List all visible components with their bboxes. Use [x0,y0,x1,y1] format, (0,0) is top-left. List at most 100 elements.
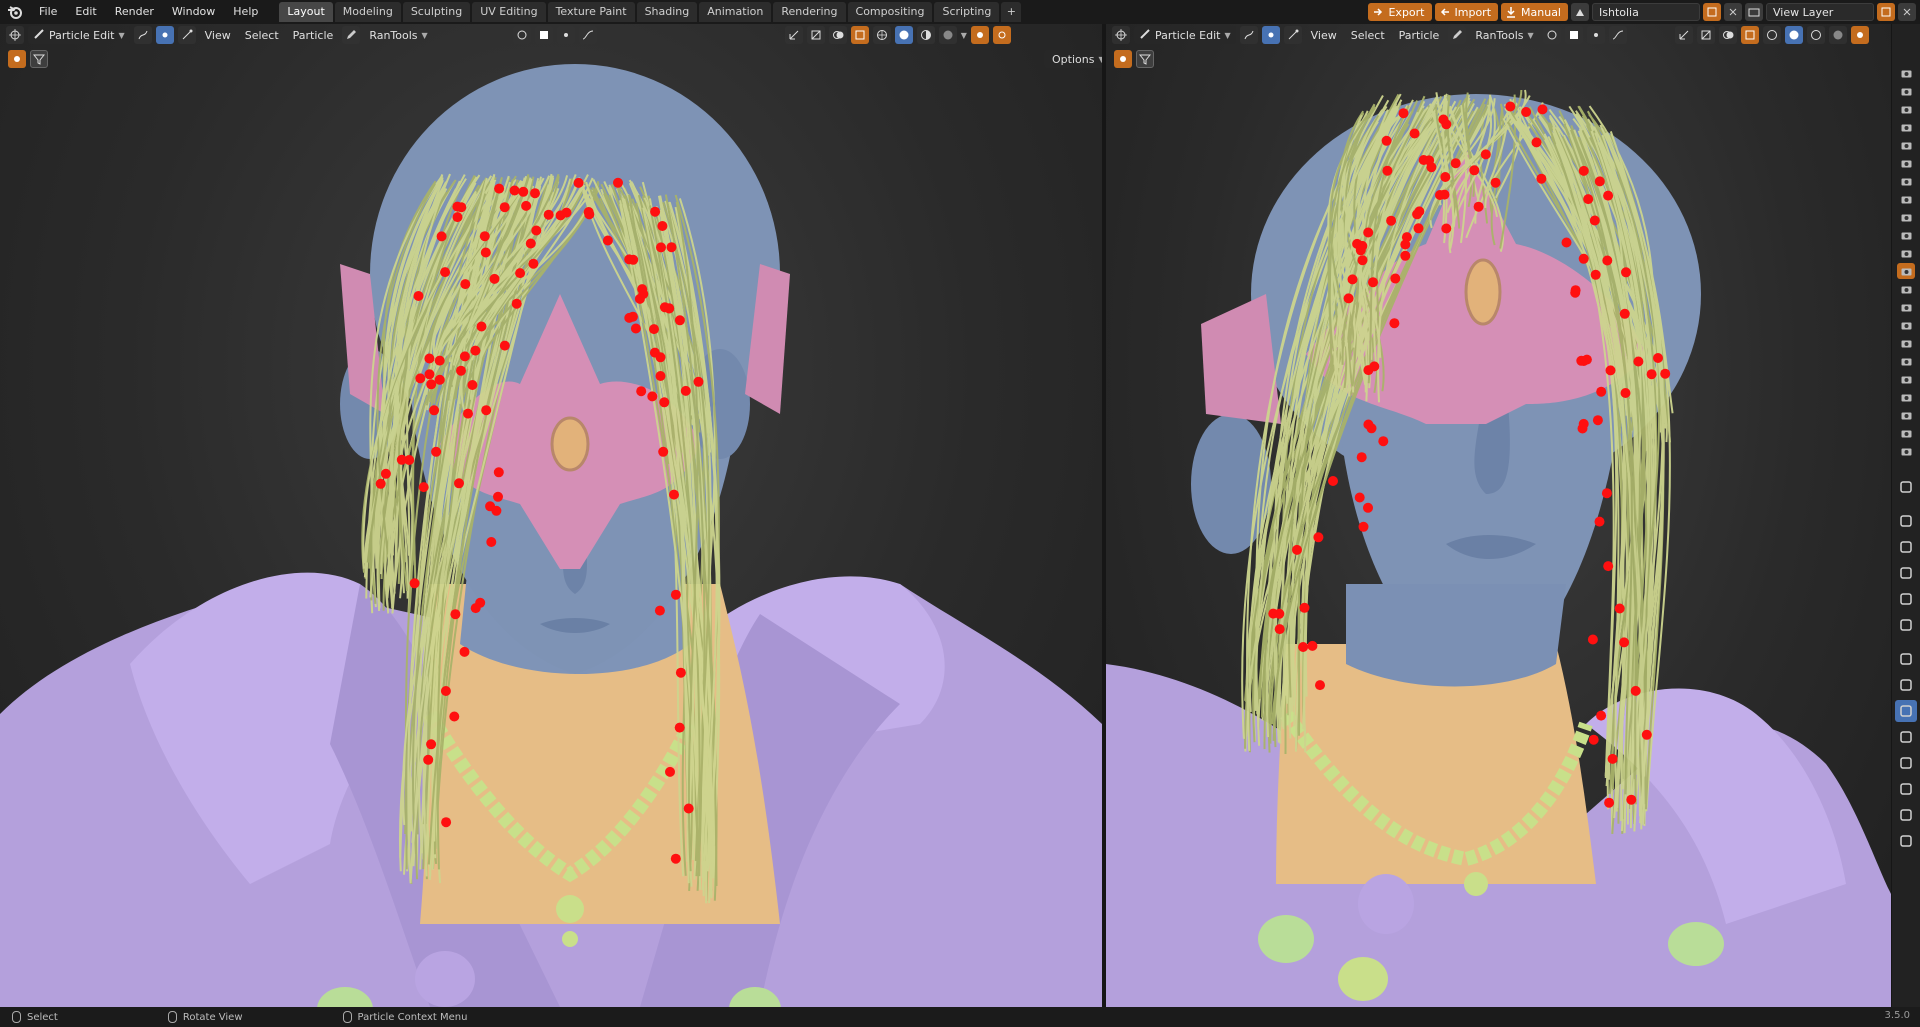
options-button[interactable]: Options ▼ [1044,50,1102,68]
tab-layout[interactable]: Layout [279,2,333,22]
menu-render[interactable]: Render [106,0,163,24]
particle-settings-icon[interactable] [1897,263,1915,279]
camera-icon[interactable] [1897,299,1915,315]
camera-icon[interactable] [1897,371,1915,387]
camera-icon[interactable] [1897,335,1915,351]
tab-texture-paint[interactable]: Texture Paint [547,2,635,22]
camera-icon[interactable] [1897,245,1915,261]
rantools-menu[interactable]: RanTools ▼ [364,26,432,44]
tab-scripting[interactable]: Scripting [934,2,1000,22]
brush-icon[interactable] [342,26,361,44]
select-mode-tip-icon[interactable] [177,26,196,44]
falloff-icon[interactable] [556,26,575,44]
scene-icon[interactable] [1895,588,1917,610]
scene-icon[interactable] [1571,3,1589,21]
editor-type-icon[interactable] [1112,26,1130,44]
scene-name-field[interactable]: Ishtolia [1592,3,1700,21]
render-icon[interactable] [1895,510,1917,532]
chevron-down-icon[interactable]: ▼ [961,31,967,40]
overlay-icon[interactable] [828,26,847,44]
material-shading-icon[interactable] [1806,26,1825,44]
tool-settings-icon[interactable] [1114,50,1132,68]
texture-icon[interactable] [1895,830,1917,852]
camera-icon[interactable] [1897,317,1915,333]
tab-rendering[interactable]: Rendering [773,2,846,22]
add-workspace-button[interactable]: + [1001,2,1022,22]
camera-icon[interactable] [1897,425,1915,441]
menu-particle[interactable]: Particle [288,26,339,44]
filter-icon[interactable] [30,50,48,68]
camera-icon[interactable] [1897,137,1915,153]
mode-selector[interactable]: Particle Edit ▼ [1134,26,1236,44]
select-mode-path-icon[interactable] [133,26,152,44]
gizmo-icon[interactable] [806,26,825,44]
camera-icon[interactable] [1897,119,1915,135]
wireframe-shading-icon[interactable] [872,26,891,44]
object-icon[interactable] [1895,648,1917,670]
camera-icon[interactable] [1897,65,1915,81]
filter-icon[interactable] [1136,50,1154,68]
camera-icon[interactable] [1897,407,1915,423]
camera-icon[interactable] [1897,83,1915,99]
tab-uv-editing[interactable]: UV Editing [472,2,546,22]
camera-icon[interactable] [1897,209,1915,225]
gizmo-icon[interactable] [1696,26,1715,44]
transform-orientation-icon[interactable] [784,26,803,44]
rendered-shading-icon[interactable] [1828,26,1847,44]
curve-icon[interactable] [578,26,597,44]
tab-animation[interactable]: Animation [699,2,772,22]
transform-orientation-icon[interactable] [1674,26,1693,44]
camera-icon[interactable] [1897,191,1915,207]
xray-icon[interactable] [850,26,869,44]
editor-preferences-icon[interactable] [1850,26,1869,44]
material-shading-icon[interactable] [916,26,935,44]
constraints-icon[interactable] [1895,752,1917,774]
view-layer-field[interactable]: View Layer [1766,3,1874,21]
delete-scene-icon[interactable] [1724,3,1742,21]
color-swatch-icon[interactable] [534,26,553,44]
rantools-menu[interactable]: RanTools ▼ [1470,26,1538,44]
menu-particle[interactable]: Particle [1394,26,1445,44]
curve-icon[interactable] [1608,26,1627,44]
menu-window[interactable]: Window [163,0,224,24]
select-mode-point-icon[interactable] [1261,26,1280,44]
tool-icon[interactable] [1895,476,1917,498]
comb-brush-icon[interactable] [512,26,531,44]
select-mode-tip-icon[interactable] [1283,26,1302,44]
render-region-icon[interactable] [992,26,1011,44]
camera-icon[interactable] [1897,155,1915,171]
menu-help[interactable]: Help [224,0,267,24]
camera-icon[interactable] [1897,173,1915,189]
editor-type-icon[interactable] [6,26,24,44]
camera-icon[interactable] [1897,443,1915,459]
menu-select[interactable]: Select [1346,26,1390,44]
import-button[interactable]: Import [1434,3,1499,21]
overlay-icon[interactable] [1718,26,1737,44]
new-view-layer-icon[interactable] [1877,3,1895,21]
camera-icon[interactable] [1897,389,1915,405]
camera-icon[interactable] [1897,227,1915,243]
menu-select[interactable]: Select [240,26,284,44]
menu-file[interactable]: File [30,0,66,24]
modifier-icon[interactable] [1895,674,1917,696]
export-button[interactable]: Export [1368,3,1432,21]
manual-button[interactable]: Manual [1501,3,1568,21]
tab-sculpting[interactable]: Sculpting [402,2,471,22]
viewport-right[interactable]: Particle Edit ▼ View Select Particle Ran… [1106,24,1891,1007]
wireframe-shading-icon[interactable] [1762,26,1781,44]
blender-logo-icon[interactable] [0,0,30,24]
material-icon[interactable] [1895,804,1917,826]
comb-brush-icon[interactable] [1542,26,1561,44]
camera-icon[interactable] [1897,101,1915,117]
particles-icon[interactable] [1895,700,1917,722]
editor-preferences-icon[interactable] [970,26,989,44]
tab-modeling[interactable]: Modeling [334,2,401,22]
view-layer-icon[interactable] [1745,3,1763,21]
viewport-left[interactable]: Particle Edit ▼ View Select Particle Ran… [0,24,1102,1007]
camera-icon[interactable] [1897,353,1915,369]
menu-edit[interactable]: Edit [66,0,105,24]
falloff-icon[interactable] [1586,26,1605,44]
physics-icon[interactable] [1895,726,1917,748]
rendered-shading-icon[interactable] [938,26,957,44]
data-icon[interactable] [1895,778,1917,800]
